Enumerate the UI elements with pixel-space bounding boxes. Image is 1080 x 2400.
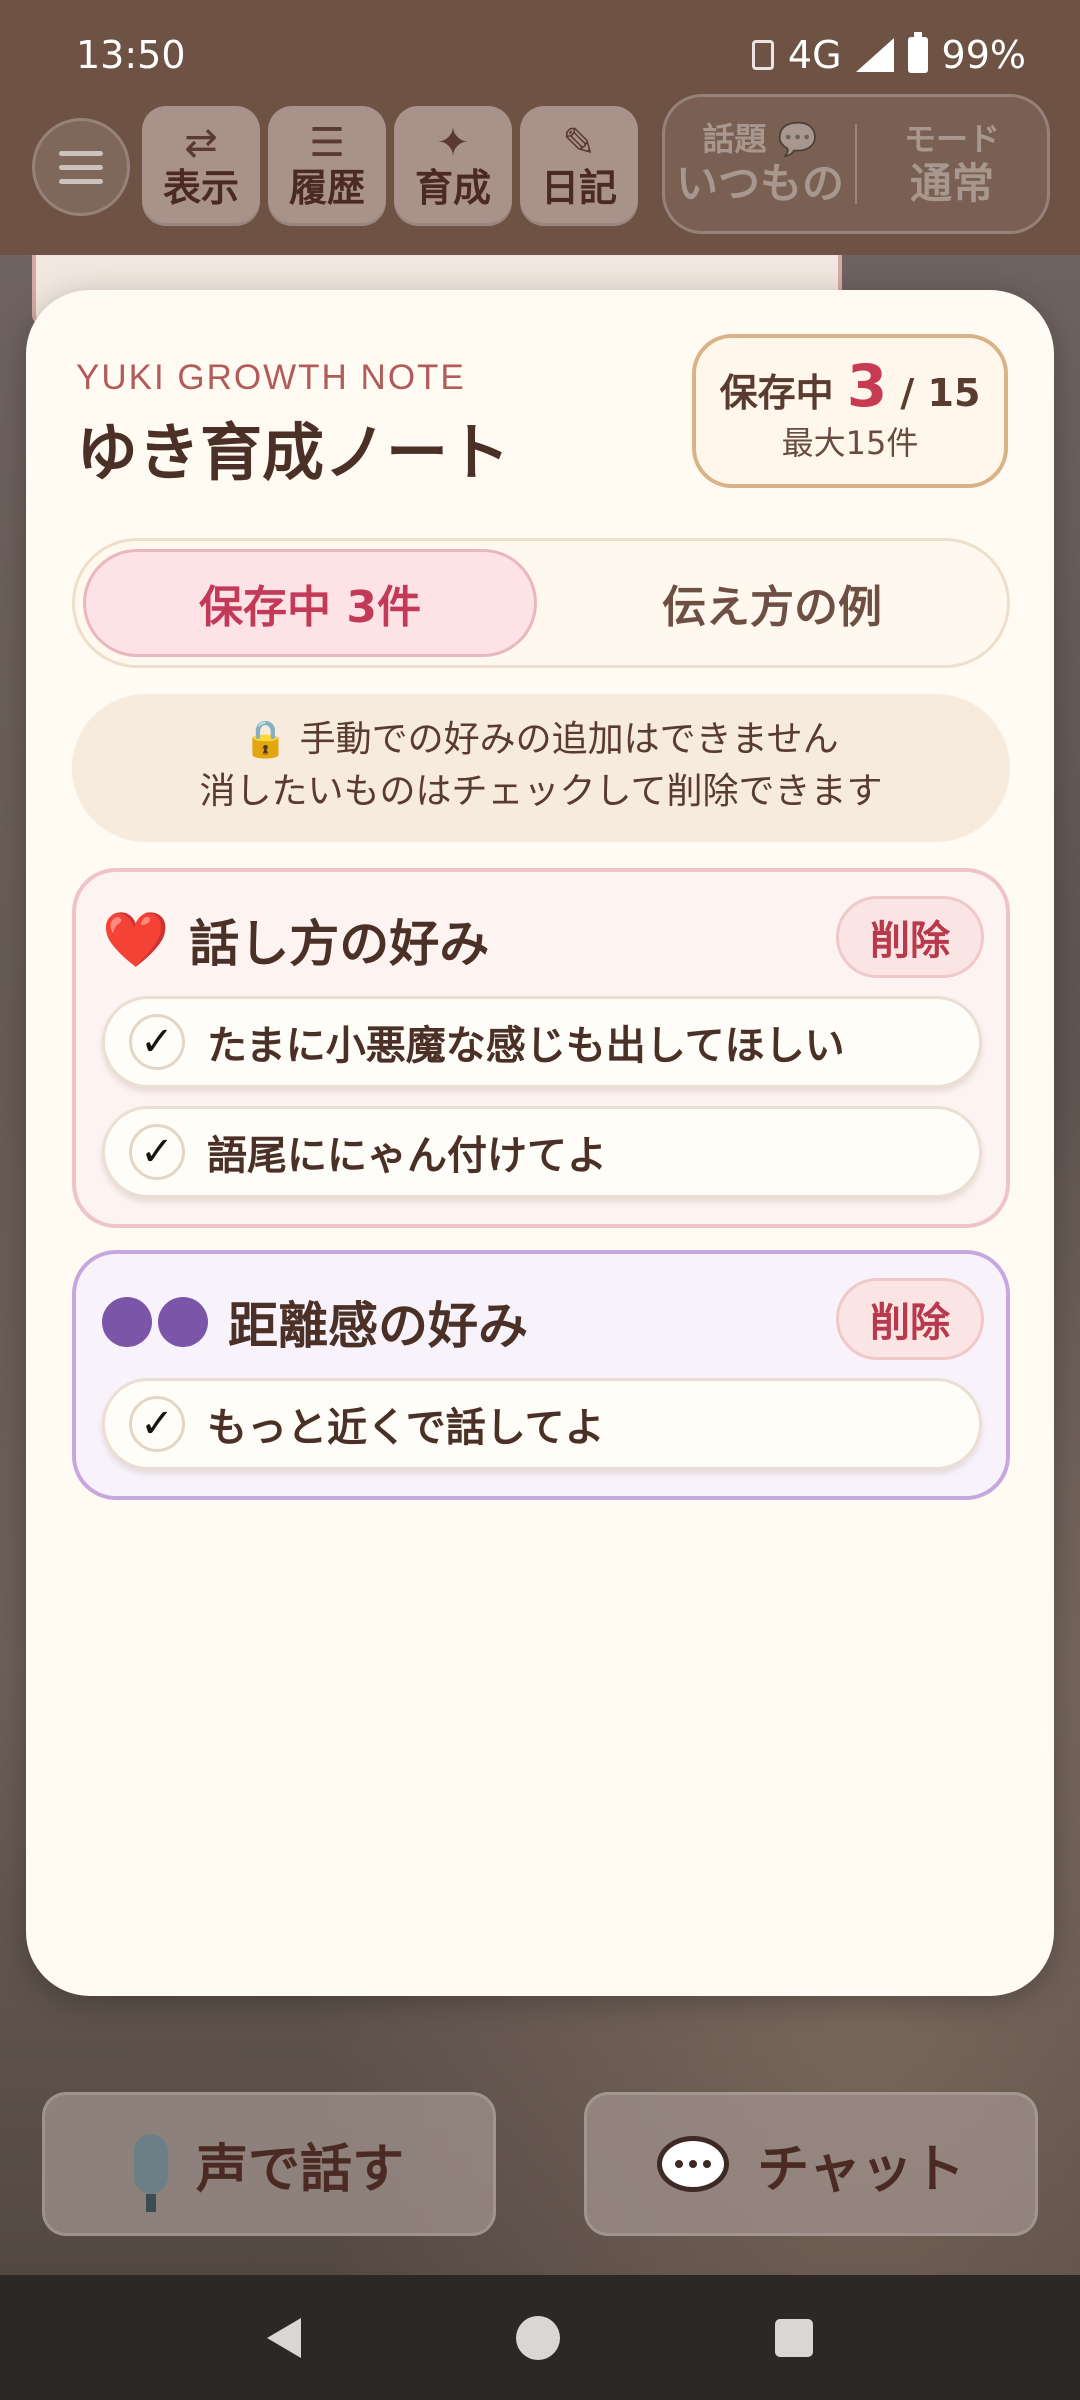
history-button-label: 履歴 [288,166,365,210]
segmented-tabs: 保存中 3件 伝え方の例 [72,538,1010,668]
sheet-eyebrow: YUKI GROWTH NOTE [76,358,466,397]
mode-value: 通常 [909,159,994,208]
sheet-title: ゆき育成ノート [76,416,511,489]
network-type: 4G [787,33,842,77]
swap-icon: ⇄ [184,120,218,166]
checkbox[interactable]: ✓ [129,1014,185,1070]
hamburger-icon-line [59,178,103,184]
delete-button[interactable]: 削除 [836,1278,984,1360]
recents-icon[interactable] [774,2318,813,2357]
hamburger-icon-line [59,164,103,170]
category-title: 距離感の好み [228,1297,528,1355]
topic-mode-panel[interactable]: 話題 💬 いつもの モード 通常 [662,94,1050,234]
notice-line-1: 🔒 手動での好みの追加はできません [243,719,839,760]
tab-saved[interactable]: 保存中 3件 [83,549,537,657]
top-toolbar: ⇄ 表示 ☰ 履歴 ✦ 育成 ✎ 日記 話題 💬 いつもの モード 通常 [0,94,1080,255]
back-icon[interactable] [267,2317,302,2358]
pencil-icon: ✎ [562,120,596,166]
menu-button[interactable] [32,118,130,216]
history-button[interactable]: ☰ 履歴 [268,106,386,226]
display-button[interactable]: ⇄ 表示 [142,106,260,226]
preference-item[interactable]: ✓ もっと近くで話してよ [102,1378,982,1470]
checkbox[interactable]: ✓ [129,1124,185,1180]
voice-talk-button[interactable]: 声で話す [42,2092,496,2236]
mode-selector[interactable]: モード 通常 [857,119,1047,209]
preference-text: もっと近くで話してよ [207,1405,605,1451]
counter-row: 保存中 3 / 15 [696,352,1004,420]
growth-button[interactable]: ✦ 育成 [394,106,512,226]
battery-icon [907,32,928,73]
counter-prefix: 保存中 [719,371,834,415]
diary-button-label: 日記 [540,166,617,210]
diary-button[interactable]: ✎ 日記 [520,106,638,226]
counter-count: 3 [846,352,888,420]
status-time: 13:50 [76,33,186,77]
chat-bubble-icon [657,2136,730,2192]
preference-item[interactable]: ✓ たまに小悪魔な感じも出してほしい [102,996,982,1088]
home-icon[interactable] [515,2315,560,2360]
category-header: 距離感の好み [102,1286,528,1358]
notice-line-2: 消したいものはチェックして削除できます [199,771,883,812]
sparkle-icon: ✦ [436,120,470,166]
category-card-distance: 距離感の好み 削除 ✓ もっと近くで話してよ [72,1250,1010,1500]
hamburger-icon [59,150,103,156]
info-notice: 🔒 手動での好みの追加はできません 消したいものはチェックして削除できます [72,694,1010,842]
preference-text: 語尾ににゃん付けてよ [207,1133,607,1179]
category-card-speech: ❤️ 話し方の好み 削除 ✓ たまに小悪魔な感じも出してほしい ✓ 語尾ににゃん… [72,868,1010,1228]
checkbox[interactable]: ✓ [129,1396,185,1452]
vibrate-icon [751,40,774,70]
category-header: ❤️ 話し方の好み [102,904,489,976]
topic-key: 話題 💬 [702,120,818,158]
growth-button-label: 育成 [414,166,491,210]
mode-key: モード [903,120,1000,158]
system-nav-bar [0,2275,1080,2400]
status-icons: 4G 99% [751,32,1026,77]
list-icon: ☰ [309,120,345,166]
microphone-icon [133,2134,168,2212]
counter-max: 最大15件 [781,424,919,462]
heart-icon: ❤️ [102,908,170,971]
display-button-label: 表示 [162,166,239,210]
preference-item[interactable]: ✓ 語尾ににゃん付けてよ [102,1106,982,1198]
chat-button[interactable]: チャット [584,2092,1038,2236]
signal-icon [855,38,894,72]
counter-total: / 15 [900,371,981,415]
dots-icon [102,1297,208,1347]
category-title: 話し方の好み [189,915,490,973]
saved-counter: 保存中 3 / 15 最大15件 [692,334,1008,488]
tab-examples[interactable]: 伝え方の例 [545,549,999,657]
chat-label: チャット [757,2139,965,2200]
battery-level: 99% [941,33,1026,77]
voice-talk-label: 声で話す [195,2139,404,2200]
topic-value: いつもの [675,159,844,208]
delete-button[interactable]: 削除 [836,896,984,978]
preference-text: たまに小悪魔な感じも出してほしい [207,1023,845,1069]
growth-note-sheet: YUKI GROWTH NOTE ゆき育成ノート 保存中 3 / 15 最大15… [26,290,1054,1996]
topic-selector[interactable]: 話題 💬 いつもの [665,119,855,209]
